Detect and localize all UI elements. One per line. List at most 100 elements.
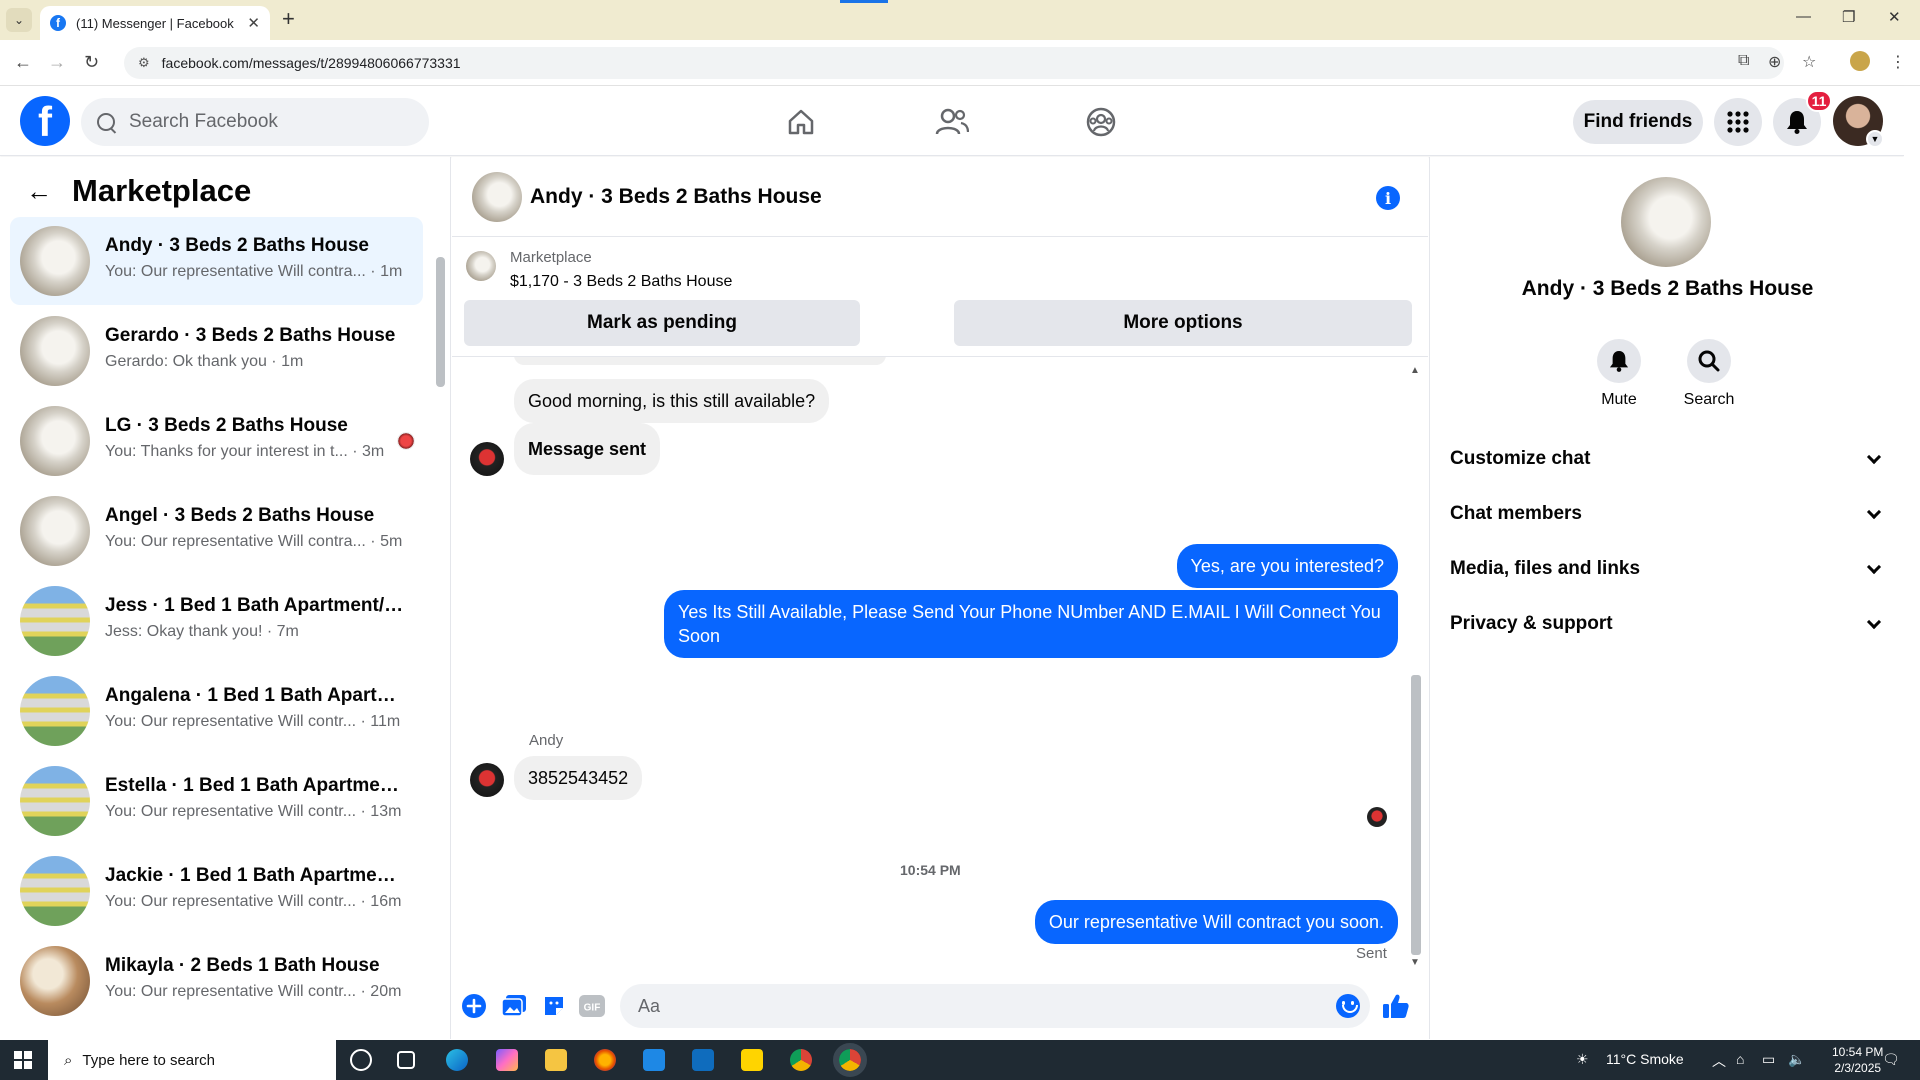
chevron-up-icon[interactable]: ︿ [1712,1051,1726,1071]
more-options-button[interactable]: More options [954,300,1412,346]
groups-icon[interactable] [1081,102,1121,142]
windows-start-icon[interactable] [14,1051,32,1069]
tab-list-button[interactable]: ⌄ [6,8,32,32]
listing-source-label: Marketplace [510,249,592,266]
file-explorer-icon[interactable] [545,1049,567,1071]
conversation-snippet: You: Our representative Will contr... · … [105,893,402,910]
message-composer: GIF Aa [452,972,1428,1039]
site-info-icon[interactable]: ⚙ [138,55,150,71]
conversation-thumbnail [20,226,90,296]
network-icon[interactable]: ⌂ [1736,1051,1744,1067]
gif-icon[interactable]: GIF [578,992,606,1020]
home-icon[interactable] [781,102,821,142]
restore-button[interactable]: ❐ [1842,8,1855,26]
message-bubble-outgoing[interactable]: Yes Its Still Available, Please Send You… [664,590,1398,658]
display-icon[interactable]: ▭ [1762,1051,1775,1068]
cortana-icon[interactable] [350,1049,372,1071]
info-panel-avatar[interactable] [1621,177,1711,267]
find-friends-button[interactable]: Find friends [1573,100,1703,144]
message-sender-name: Andy [529,732,564,749]
reload-button[interactable]: ↻ [84,52,99,73]
browser-tab-active[interactable]: f (11) Messenger | Facebook ✕ [40,6,270,40]
volume-icon[interactable]: 🔈 [1788,1051,1805,1068]
message-bubble-outgoing[interactable]: Yes, are you interested? [1176,544,1398,588]
firefox-icon[interactable] [594,1049,616,1071]
conversation-item[interactable]: Angalena · 1 Bed 1 Bath Apartme... You: O… [10,667,423,755]
conversation-item[interactable]: Estella · 1 Bed 1 Bath Apartment/... You:… [10,757,423,845]
thread-scrollbar[interactable]: ▲ ▼ [1408,365,1422,970]
search-in-conversation-button[interactable]: Search [1664,339,1754,409]
add-more-icon[interactable] [460,992,488,1020]
listing-thumbnail[interactable] [466,251,496,281]
edge-icon[interactable] [446,1049,468,1071]
browser-profile-avatar[interactable] [1850,51,1870,71]
conversation-item[interactable]: Andy · 3 Beds 2 Baths House You: Our repr… [10,217,423,305]
emoji-icon[interactable] [1336,994,1360,1018]
menu-grid-icon[interactable] [1714,98,1762,146]
sender-avatar[interactable] [470,763,504,797]
scroll-down-icon[interactable]: ▼ [1410,957,1420,968]
weather-text[interactable]: 11°C Smoke [1606,1051,1684,1067]
minimize-button[interactable]: — [1796,8,1811,25]
conversation-name: Angalena · 1 Bed 1 Bath Apartme... [105,685,405,706]
scroll-up-icon[interactable]: ▲ [1410,365,1420,376]
zoom-icon[interactable]: ⊕ [1768,52,1781,72]
sidebar-scrollbar-thumb[interactable] [436,257,445,387]
conversation-pane: Andy · 3 Beds 2 Baths House i Marketplac… [452,157,1428,1039]
copilot-icon[interactable] [496,1049,518,1071]
conversation-item[interactable]: Gerardo · 3 Beds 2 Baths House Gerardo: O… [10,307,423,395]
chat-members-row[interactable]: Chat members [1450,492,1885,536]
customize-chat-row[interactable]: Customize chat [1450,437,1885,481]
info-icon[interactable]: i [1376,186,1400,210]
taskbar-clock[interactable]: 10:54 PM 2/3/2025 [1832,1044,1883,1076]
media-files-links-row[interactable]: Media, files and links [1450,547,1885,591]
weather-icon[interactable]: ☀ [1576,1051,1589,1068]
friends-icon[interactable] [932,102,972,142]
browser-menu-icon[interactable]: ⋮ [1890,52,1906,72]
close-window-button[interactable]: ✕ [1888,8,1901,26]
account-chevron-down-icon[interactable]: ▼ [1866,130,1884,148]
url-bar[interactable]: ⚙ facebook.com/messages/t/28994806066773… [124,47,1784,79]
photo-attach-icon[interactable] [500,992,528,1020]
conversation-item[interactable]: Jackie · 1 Bed 1 Bath Apartment/... You: … [10,847,423,935]
conversation-item[interactable]: Mikayla · 2 Beds 1 Bath House You: Our re… [10,937,423,1025]
tab-close-icon[interactable]: ✕ [247,14,260,32]
privacy-support-row[interactable]: Privacy & support [1450,602,1885,646]
conversation-item[interactable]: LG · 3 Beds 2 Baths House You: Thanks for… [10,397,423,485]
conversation-item[interactable]: Jess · 1 Bed 1 Bath Apartment/co... Jess:… [10,577,423,665]
sticker-icon[interactable] [540,992,568,1020]
thumbs-up-icon[interactable] [1382,992,1410,1020]
mark-as-pending-button[interactable]: Mark as pending [464,300,860,346]
facebook-logo-icon[interactable]: f [20,96,70,146]
task-view-icon[interactable] [397,1051,415,1069]
message-bubble-incoming[interactable]: Good morning, is this still available? [514,379,830,423]
search-icon [1687,339,1731,383]
chrome-active-icon[interactable] [833,1043,867,1077]
conversation-item[interactable]: Angel · 3 Beds 2 Baths House You: Our rep… [10,487,423,575]
notification-center-icon[interactable]: 🗨 [1882,1051,1900,1068]
sender-avatar[interactable] [470,442,504,476]
store-icon[interactable] [692,1049,714,1071]
bookmark-star-icon[interactable]: ☆ [1802,52,1816,72]
install-app-icon[interactable]: ⧉ [1738,52,1749,70]
sidebar-scrollbar[interactable] [434,157,446,1039]
listing-price-title[interactable]: $1,170 - 3 Beds 2 Baths House [510,273,732,291]
forward-button[interactable]: → [48,52,66,73]
message-bubble-outgoing[interactable]: Our representative Will contract you soo… [1034,900,1398,944]
message-input[interactable]: Aa [620,984,1370,1028]
facebook-search-input[interactable]: Search Facebook [81,98,429,146]
back-arrow-icon[interactable]: ← [26,176,52,207]
thread-scrollbar-thumb[interactable] [1411,675,1421,955]
mail-icon[interactable] [643,1049,665,1071]
message-bubble-incoming[interactable]: 3852543452 [514,756,643,800]
message-bubble-incoming[interactable]: Message sent [514,423,661,475]
back-button[interactable]: ← [14,52,32,73]
mute-button[interactable]: Mute [1574,339,1664,409]
conversation-avatar[interactable] [472,172,522,222]
conversation-title[interactable]: Andy · 3 Beds 2 Baths House [530,185,822,209]
chrome-icon[interactable] [790,1049,812,1071]
sticky-notes-icon[interactable] [741,1049,763,1071]
new-tab-button[interactable]: + [282,8,295,30]
page-scrollbar[interactable] [1904,86,1920,1040]
taskbar-search-box[interactable]: ⌕ Type here to search [48,1040,336,1080]
